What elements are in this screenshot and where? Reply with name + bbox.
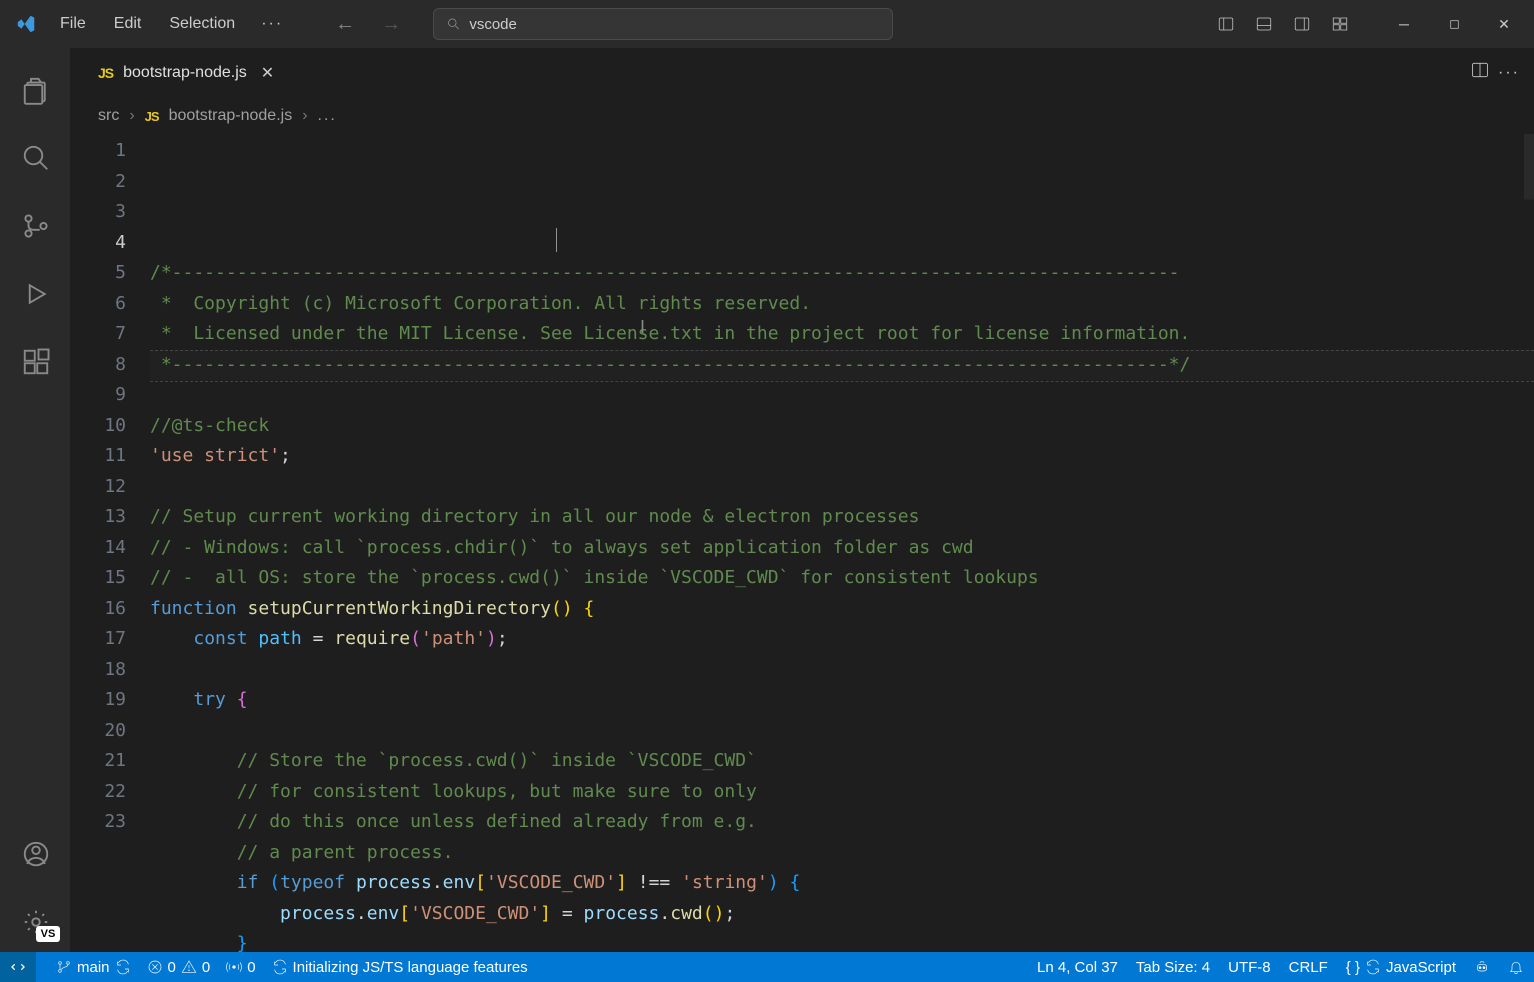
accounts-button[interactable] [5,824,65,884]
eol-status[interactable]: CRLF [1289,959,1328,976]
breadcrumb-segment-file[interactable]: bootstrap-node.js [169,107,293,125]
command-center-search[interactable] [433,8,893,40]
minimap-scrollbar[interactable] [1524,134,1534,952]
text-cursor [556,228,557,252]
cursor-position-status[interactable]: Ln 4, Col 37 [1037,959,1118,976]
nav-arrows: ← → [327,9,409,40]
explorer-button[interactable] [5,60,65,120]
customize-layout-button[interactable] [1324,8,1356,40]
search-icon [446,16,461,32]
tab-close-button[interactable]: ✕ [261,63,274,83]
init-text: Initializing JS/TS language features [293,959,528,976]
search-button[interactable] [5,128,65,188]
warning-icon [181,959,197,975]
toggle-panel-button[interactable] [1248,8,1280,40]
remote-indicator-button[interactable] [0,952,36,982]
status-bar: main 0 0 0 Initializing JS/TS language f… [0,952,1534,982]
breadcrumb-segment-src[interactable]: src [98,107,119,125]
braces-icon: { } [1346,959,1360,976]
editor-area: JS bootstrap-node.js ✕ ··· src › JS boot… [70,48,1534,952]
notifications-button[interactable] [1508,959,1524,975]
window-minimize-button[interactable]: ─ [1382,2,1426,46]
encoding-status[interactable]: UTF-8 [1228,959,1271,976]
problems-status[interactable]: 0 0 [147,959,211,976]
error-icon [147,959,163,975]
breadcrumb[interactable]: src › JS bootstrap-node.js › ... [70,98,1534,134]
bell-icon [1508,959,1524,975]
javascript-file-icon: JS [145,109,159,124]
language-mode-status[interactable]: { } JavaScript [1346,959,1456,976]
toggle-primary-sidebar-button[interactable] [1210,8,1242,40]
extensions-button[interactable] [5,332,65,392]
menu-edit[interactable]: Edit [102,9,154,39]
ports-status[interactable]: 0 [226,959,255,976]
search-input[interactable] [469,16,880,33]
nav-forward-button[interactable]: → [373,9,409,40]
sync-icon [115,959,131,975]
title-bar: File Edit Selection ··· ← → ─ ✕ [0,0,1534,48]
activity-bar [0,48,70,952]
window-close-button[interactable]: ✕ [1482,2,1526,46]
language-init-status[interactable]: Initializing JS/TS language features [272,959,528,976]
run-debug-button[interactable] [5,264,65,324]
ports-count: 0 [247,959,255,976]
copilot-icon [1474,959,1490,975]
chevron-right-icon: › [129,107,134,125]
split-editor-button[interactable] [1470,60,1490,85]
nav-back-button[interactable]: ← [327,9,363,40]
vs-badge: VS [36,926,60,942]
menu-selection[interactable]: Selection [157,9,247,39]
editor-more-actions-button[interactable]: ··· [1498,64,1520,82]
broadcast-icon [226,959,242,975]
chevron-right-icon: › [302,107,307,125]
toggle-secondary-sidebar-button[interactable] [1286,8,1318,40]
window-maximize-button[interactable] [1432,2,1476,46]
menu-more[interactable]: ··· [251,9,293,39]
indentation-status[interactable]: Tab Size: 4 [1136,959,1210,976]
sync-icon [1365,959,1381,975]
manage-button[interactable] [5,892,65,952]
vscode-logo [8,13,44,35]
breadcrumb-more[interactable]: ... [318,107,337,125]
copilot-status[interactable] [1474,959,1490,975]
editor-tabs: JS bootstrap-node.js ✕ ··· [70,48,1534,98]
line-number-gutter: 1234567891011121314151617181920212223 [70,134,150,952]
mouse-ibeam-cursor: I [640,312,645,343]
tab-label: bootstrap-node.js [123,64,247,82]
code-content[interactable]: I /*------------------------------------… [150,134,1534,952]
javascript-file-icon: JS [98,65,113,81]
git-branch-status[interactable]: main [56,959,131,976]
tab-bootstrap-node-js[interactable]: JS bootstrap-node.js ✕ [82,48,290,97]
git-branch-name: main [77,959,110,976]
loading-icon [272,959,288,975]
code-editor[interactable]: 1234567891011121314151617181920212223 I … [70,134,1534,952]
source-control-button[interactable] [5,196,65,256]
menu-file[interactable]: File [48,9,98,39]
error-count: 0 [168,959,176,976]
warning-count: 0 [202,959,210,976]
